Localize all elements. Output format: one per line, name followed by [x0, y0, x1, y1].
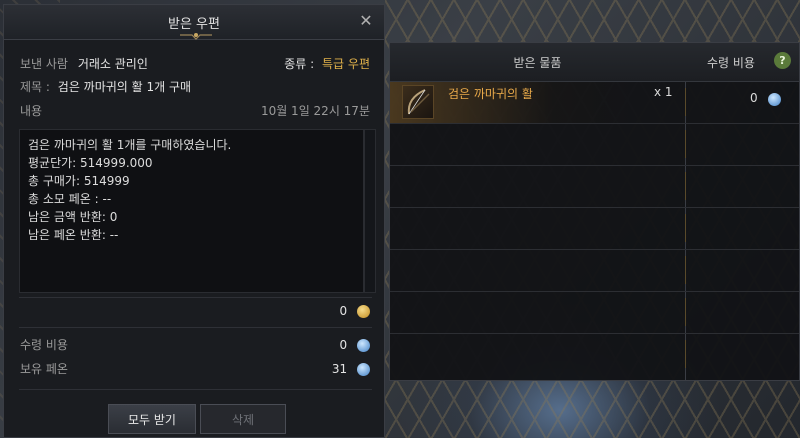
item-cost-divider: [685, 340, 686, 368]
subject-label: 제목 :: [20, 80, 50, 94]
item-cost-value: 0: [750, 91, 758, 105]
item-slot-empty: [390, 166, 799, 208]
content-row: 내용 10월 1일 22시 17분: [20, 102, 370, 120]
item-slot-empty: [390, 334, 799, 375]
type-value: 특급 우편: [322, 57, 370, 71]
item-cost-divider: [685, 256, 686, 284]
body-line: 총 구매가: 514999: [28, 174, 130, 188]
received-items-panel: 받은 물품 수령 비용 ? 검은 까마귀의 활 x 1 0: [389, 42, 800, 381]
close-icon[interactable]: ✕: [356, 11, 376, 31]
pheon-icon: [768, 93, 781, 106]
help-icon[interactable]: ?: [774, 52, 791, 69]
receive-all-button[interactable]: 모두 받기: [108, 404, 196, 434]
item-slot-empty: [390, 124, 799, 166]
item-cost-divider: [685, 172, 686, 200]
message-scrollbar[interactable]: [364, 129, 376, 293]
sender-row: 보낸 사람 거래소 관리인 종류 : 특급 우편: [20, 55, 370, 73]
item-slot-empty: [390, 250, 799, 292]
mail-window: 받은 우편 ✕ 보낸 사람 거래소 관리인 종류 : 특급 우편 제목 : 검은…: [3, 4, 385, 438]
item-slot-empty: [390, 292, 799, 334]
item-quantity: x 1: [654, 85, 673, 99]
bow-icon: [402, 85, 434, 119]
fee-row: 수령 비용 0: [20, 336, 370, 354]
fee-label: 수령 비용: [20, 338, 68, 352]
pheon-icon: [357, 363, 370, 376]
fee-value: 0: [339, 338, 348, 352]
subject-row: 제목 : 검은 까마귀의 활 1개 구매: [20, 78, 370, 96]
divider: [19, 327, 372, 328]
owned-label: 보유 페온: [20, 362, 68, 376]
subject-text: 검은 까마귀의 활 1개 구매: [57, 80, 192, 94]
item-cost-divider: [685, 298, 686, 326]
type-label: 종류 :: [284, 57, 315, 71]
header-received-items: 받은 물품: [513, 56, 562, 70]
item-slot-empty: [390, 208, 799, 250]
gold-coin-icon: [357, 305, 370, 318]
body-line: 남은 페온 반환: --: [28, 228, 119, 242]
owned-value: 31: [331, 362, 348, 376]
attached-gold-value: 0: [339, 304, 348, 318]
body-line: 검은 까마귀의 활 1개를 구매하였습니다.: [28, 138, 232, 152]
title-ornament-icon: [180, 33, 212, 40]
pheon-icon: [357, 339, 370, 352]
delete-button[interactable]: 삭제: [200, 404, 286, 434]
item-cost-divider: [685, 214, 686, 242]
message-body: 검은 까마귀의 활 1개를 구매하였습니다. 평균단가: 514999.000 …: [19, 129, 364, 293]
item-row[interactable]: 검은 까마귀의 활 x 1 0: [390, 82, 799, 124]
sender-name: 거래소 관리인: [77, 57, 148, 71]
content-label: 내용: [20, 104, 43, 118]
item-cost-divider: [685, 130, 686, 158]
attached-gold-row: 0: [20, 302, 370, 320]
body-line: 평균단가: 514999.000: [28, 156, 153, 170]
items-header: 받은 물품 수령 비용 ?: [390, 43, 799, 82]
divider: [19, 297, 372, 298]
header-receive-cost: 수령 비용: [707, 56, 755, 70]
item-cost-divider: [685, 88, 686, 116]
divider: [19, 389, 372, 390]
body-line: 남은 금액 반환: 0: [28, 210, 118, 224]
sender-label: 보낸 사람: [20, 57, 68, 71]
item-name: 검은 까마귀의 활: [448, 87, 533, 101]
owned-row: 보유 페온 31: [20, 360, 370, 378]
mail-header: 받은 우편 ✕: [4, 5, 384, 40]
mail-date: 10월 1일 22시 17분: [260, 104, 370, 118]
body-line: 총 소모 페온 : --: [28, 192, 112, 206]
mail-title: 받은 우편: [168, 17, 220, 32]
